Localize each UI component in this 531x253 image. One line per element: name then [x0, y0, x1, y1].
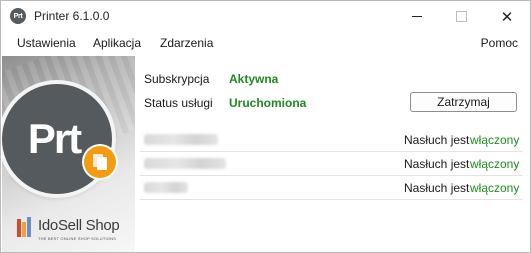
- maximize-icon: [455, 11, 467, 22]
- idosell-logo: IdoSell Shop THE BEST ONLINE SHOP SOLUTI…: [16, 216, 126, 244]
- prt-logo-text: Prt: [27, 115, 82, 162]
- listener-row: Nasłuch jest włączony: [140, 128, 522, 152]
- stop-button[interactable]: Zatrzymaj: [410, 92, 517, 112]
- listener-list: Nasłuch jest włączony Nasłuch jest włącz…: [140, 128, 522, 200]
- minimize-icon: [412, 16, 422, 17]
- minimize-button[interactable]: [394, 1, 440, 32]
- documents-icon: [84, 146, 116, 178]
- shop-name: IdoSell Shop: [38, 217, 120, 234]
- listener-state: włączony: [470, 181, 520, 195]
- close-button[interactable]: ✕: [484, 1, 530, 32]
- shop-tagline: THE BEST ONLINE SHOP SOLUTIONS: [38, 236, 117, 241]
- printer-window: Prt Printer 6.1.0.0 ✕ Ustawienia Aplikac…: [0, 0, 531, 253]
- listener-state: włączony: [470, 133, 520, 147]
- listener-label: Nasłuch jest: [404, 133, 470, 147]
- menu-zdarzenia[interactable]: Zdarzenia: [160, 36, 213, 50]
- menu-ustawienia[interactable]: Ustawienia: [17, 36, 76, 50]
- menu-aplikacja[interactable]: Aplikacja: [93, 36, 141, 50]
- maximize-button: [438, 1, 484, 32]
- subscription-label: Subskrypcja: [144, 72, 210, 86]
- menu-bar: Ustawienia Aplikacja Zdarzenia Pomoc: [1, 32, 530, 54]
- brand-panel: Prt IdoSell Shop THE BEST ONLINE SHOP SO…: [2, 56, 135, 252]
- listener-name-redacted: [144, 158, 226, 169]
- listener-state: włączony: [470, 157, 520, 171]
- listener-name-redacted: [144, 134, 218, 145]
- window-title: Printer 6.1.0.0: [34, 9, 110, 23]
- idosell-logo-icon: [17, 217, 31, 237]
- service-status-label: Status usługi: [144, 96, 213, 110]
- menu-pomoc[interactable]: Pomoc: [481, 36, 518, 50]
- listener-name-redacted: [144, 182, 188, 193]
- listener-label: Nasłuch jest: [404, 181, 470, 195]
- close-icon: ✕: [500, 8, 514, 26]
- app-icon: Prt: [10, 8, 26, 24]
- subscription-value: Aktywna: [229, 72, 279, 86]
- listener-row: Nasłuch jest włączony: [140, 176, 522, 200]
- service-status-value: Uruchomiona: [229, 96, 307, 110]
- title-bar[interactable]: Prt Printer 6.1.0.0 ✕: [1, 1, 530, 32]
- listener-row: Nasłuch jest włączony: [140, 152, 522, 176]
- listener-label: Nasłuch jest: [404, 157, 470, 171]
